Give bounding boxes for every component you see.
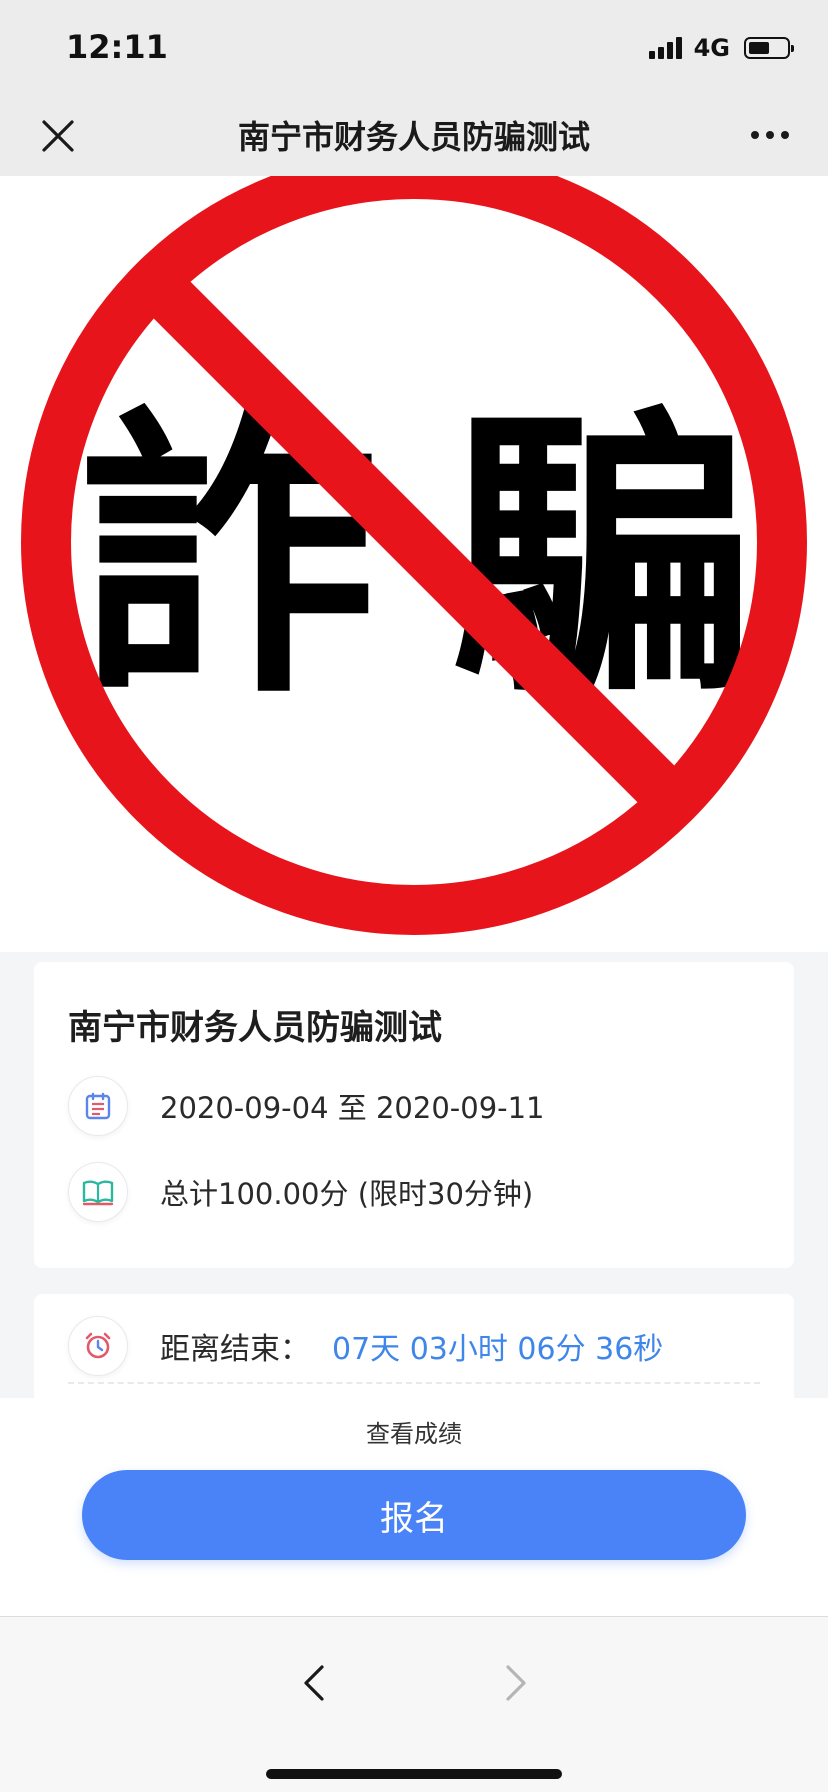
nav-bar: 南宁市财务人员防骗测试 (0, 100, 828, 176)
action-panel: 查看成绩 报名 (0, 1398, 828, 1616)
more-icon[interactable] (748, 120, 792, 150)
chevron-left-icon[interactable] (296, 1653, 332, 1713)
countdown-card: 距离结束： 07天 03小时 06分 36秒 (34, 1294, 794, 1404)
nav-title: 南宁市财务人员防骗测试 (237, 118, 590, 156)
date-row: 2020-09-04 至 2020-09-11 (68, 1076, 545, 1136)
score-summary: 总计100.00分 (限时30分钟) (160, 1177, 534, 1211)
view-score-link[interactable]: 查看成绩 (0, 1414, 828, 1449)
countdown-value: 07天 03小时 06分 36秒 (332, 1332, 664, 1367)
status-time: 12:11 (66, 28, 168, 66)
status-bar: 12:11 4G (0, 0, 828, 100)
date-range: 2020-09-04 至 2020-09-11 (160, 1091, 545, 1125)
status-indicators: 4G (648, 34, 794, 62)
countdown-label: 距离结束： (160, 1332, 310, 1367)
network-label: 4G (693, 34, 730, 62)
chevron-right-icon[interactable] (498, 1653, 534, 1713)
banner-glyph-2: 騙 (450, 380, 750, 733)
calendar-icon (68, 1076, 128, 1136)
exam-title: 南宁市财务人员防骗测试 (68, 1008, 442, 1048)
divider (68, 1382, 760, 1384)
battery-icon (744, 37, 794, 59)
banner-image: 詐 騙 (0, 176, 828, 952)
browser-bottom-bar (0, 1616, 828, 1792)
signal-icon (648, 37, 682, 59)
book-icon (68, 1162, 128, 1222)
score-row: 总计100.00分 (限时30分钟) (68, 1162, 533, 1222)
no-fraud-sign: 詐 騙 (21, 176, 807, 935)
signup-button[interactable]: 报名 (82, 1470, 746, 1560)
home-indicator (266, 1769, 562, 1779)
alarm-clock-icon (68, 1316, 128, 1376)
countdown-row: 距离结束： 07天 03小时 06分 36秒 (68, 1316, 663, 1376)
exam-info-card: 南宁市财务人员防骗测试 2020-09-04 至 2020-09-11 总计10… (34, 962, 794, 1268)
